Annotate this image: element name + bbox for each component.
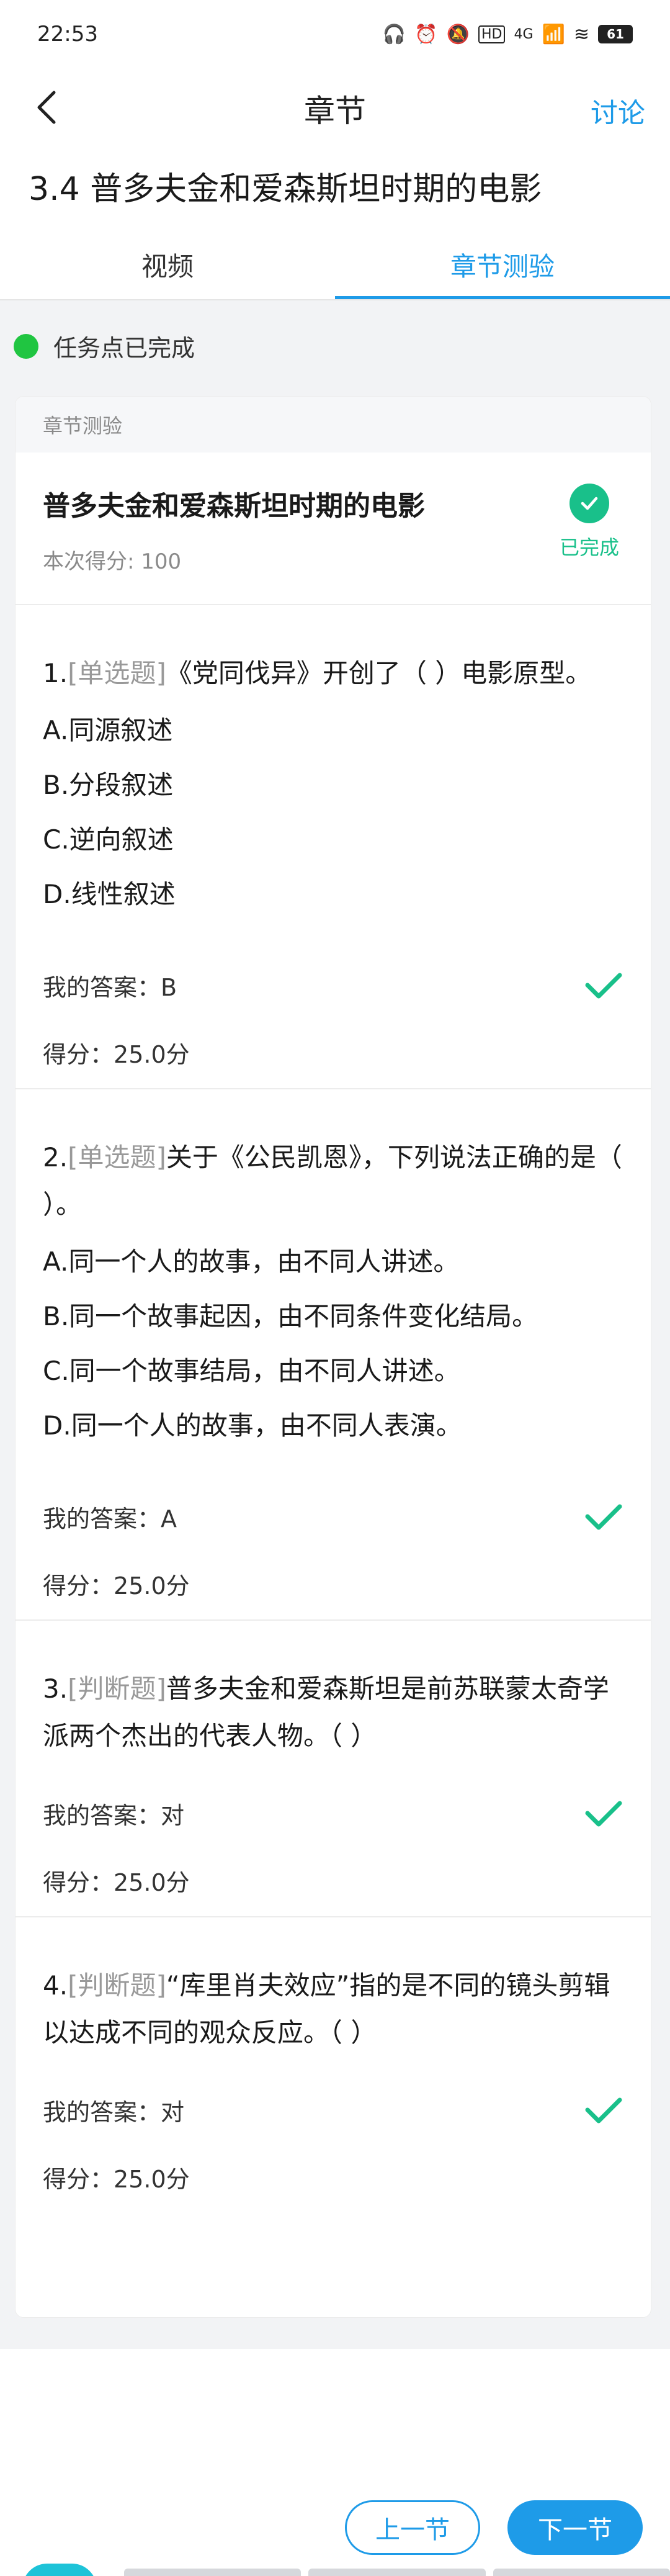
hd-icon: HD	[478, 25, 506, 43]
quiz-status-text: 已完成	[559, 536, 619, 559]
my-answer-row: 我的答案：对	[43, 2079, 623, 2141]
status-bar: 22:53 🎧 ⏰ 🔕 HD 4G 📶 ≋ 61	[0, 0, 670, 68]
my-answer-row: 我的答案：A	[43, 1485, 623, 1547]
question-option: B.分段叙述	[43, 770, 174, 800]
question-type: [判断题]	[68, 1970, 166, 2001]
completed-check-icon	[570, 484, 609, 523]
my-answer-label: 我的答案：	[43, 973, 161, 1001]
my-answer-label: 我的答案：	[43, 1505, 161, 1533]
question-type: [判断题]	[68, 1673, 166, 1704]
chapter-title: 3.4 普多夫金和爱森斯坦时期的电影	[29, 171, 542, 208]
points-label: 得分：	[43, 1040, 114, 1068]
correct-check-icon	[585, 1801, 622, 1827]
mute-icon: 🔕	[446, 23, 470, 45]
network-label: 4G	[514, 26, 534, 42]
question-number: 4.	[43, 1970, 68, 2001]
question-option: D.线性叙述	[43, 879, 176, 909]
question-type: [单选题]	[68, 658, 166, 688]
points-label: 得分：	[43, 2165, 114, 2193]
question-number: 2.	[43, 1142, 68, 1173]
chevron-left-icon	[37, 91, 56, 124]
quiz-summary: 普多夫金和爱森斯坦时期的电影 本次得分: 100 已完成	[16, 453, 651, 605]
tab-bar: 视频 章节测验	[0, 230, 670, 299]
wifi-icon: ≋	[573, 23, 589, 45]
tab-chapter-quiz[interactable]: 章节测验	[335, 230, 670, 299]
question-option: D.同一个人的故事，由不同人表演。	[43, 1410, 462, 1441]
task-status-text: 任务点已完成	[53, 335, 195, 362]
question-stem: 4.[判断题]“库里肖夫效应”指的是不同的镜头剪辑以达成不同的观众反应。（ ）	[43, 1962, 623, 2056]
quiz-card: 章节测验 普多夫金和爱森斯坦时期的电影 本次得分: 100 已完成 1.[单选题…	[15, 396, 651, 2318]
my-answer-value: A	[161, 1505, 177, 1533]
quiz-name: 普多夫金和爱森斯坦时期的电影	[43, 490, 425, 522]
quiz-score: 本次得分: 100	[43, 549, 182, 574]
prev-section-button[interactable]: 上一节	[345, 2500, 480, 2555]
task-status: 任务点已完成	[14, 329, 195, 363]
points-value: 25.0分	[114, 1040, 190, 1068]
status-time: 22:53	[37, 22, 98, 47]
my-answer-row: 我的答案：B	[43, 954, 623, 1016]
signal-icon: 📶	[542, 23, 565, 45]
question-item: 4.[判断题]“库里肖夫效应”指的是不同的镜头剪辑以达成不同的观众反应。（ ） …	[16, 1917, 651, 2213]
question-type: [单选题]	[68, 1142, 166, 1173]
question-option: A.同源叙述	[43, 715, 173, 745]
question-item: 3.[判断题]普多夫金和爱森斯坦是前苏联蒙太奇学派两个杰出的代表人物。（ ） 我…	[16, 1621, 651, 1917]
points-label: 得分：	[43, 1572, 114, 1600]
alarm-icon: ⏰	[414, 23, 438, 45]
correct-check-icon	[585, 973, 622, 999]
question-option: A.同一个人的故事，由不同人讲述。	[43, 1246, 460, 1277]
question-option: C.逆向叙述	[43, 824, 174, 855]
points-value: 25.0分	[114, 2165, 190, 2193]
my-answer-label: 我的答案：	[43, 2098, 161, 2126]
points-label: 得分：	[43, 1868, 114, 1896]
task-complete-dot-icon	[14, 333, 38, 359]
points-row: 得分： 25.0分	[43, 1547, 623, 1619]
question-item: 2.[单选题]关于《公民凯恩》，下列说法正确的是（ ）。 A.同一个人的故事，由…	[16, 1089, 651, 1621]
question-item: 1.[单选题]《党同伐异》开创了（ ）电影原型。 A.同源叙述 B.分段叙述 C…	[16, 605, 651, 1089]
question-number: 3.	[43, 1673, 68, 1704]
nav-bar: 章节 讨论	[0, 68, 670, 149]
tab-video[interactable]: 视频	[0, 230, 335, 299]
next-section-button[interactable]: 下一节	[507, 2500, 643, 2555]
correct-check-icon	[585, 2097, 622, 2123]
my-answer-value: 对	[161, 2098, 185, 2126]
points-value: 25.0分	[114, 1868, 190, 1896]
my-answer-row: 我的答案：对	[43, 1782, 623, 1844]
question-number: 1.	[43, 658, 68, 688]
bottom-strip-segment	[493, 2569, 670, 2576]
quiz-card-header: 章节测验	[16, 397, 651, 453]
question-stem: 2.[单选题]关于《公民凯恩》，下列说法正确的是（ ）。	[43, 1134, 623, 1228]
question-stem: 3.[判断题]普多夫金和爱森斯坦是前苏联蒙太奇学派两个杰出的代表人物。（ ）	[43, 1665, 623, 1760]
my-answer-value: 对	[161, 1801, 185, 1829]
question-option: C.同一个故事结局，由不同人讲述。	[43, 1356, 460, 1386]
my-answer-label: 我的答案：	[43, 1801, 161, 1829]
battery-icon: 61	[598, 25, 633, 43]
points-row: 得分： 25.0分	[43, 1844, 623, 1916]
bottom-strip-segment	[308, 2569, 486, 2576]
quiz-status: 已完成	[555, 484, 623, 561]
discuss-button[interactable]: 讨论	[591, 91, 645, 130]
points-value: 25.0分	[114, 1572, 190, 1600]
headphones-icon: 🎧	[382, 23, 406, 45]
status-icons: 🎧 ⏰ 🔕 HD 4G 📶 ≋ 61	[383, 24, 633, 45]
my-answer-value: B	[161, 973, 177, 1001]
nav-title: 章节	[304, 93, 366, 129]
battery-level: 61	[607, 27, 624, 42]
back-button[interactable]	[25, 86, 68, 129]
bottom-strip-segment	[124, 2569, 302, 2576]
points-row: 得分： 25.0分	[43, 2141, 623, 2213]
bottom-strip	[0, 2569, 670, 2576]
question-stem: 1.[单选题]《党同伐异》开创了（ ）电影原型。	[43, 650, 623, 697]
correct-check-icon	[585, 1504, 622, 1530]
question-option: B.同一个故事起因，由不同条件变化结局。	[43, 1301, 538, 1331]
question-text: 《党同伐异》开创了（ ）电影原型。	[166, 658, 592, 688]
points-row: 得分： 25.0分	[43, 1016, 623, 1088]
